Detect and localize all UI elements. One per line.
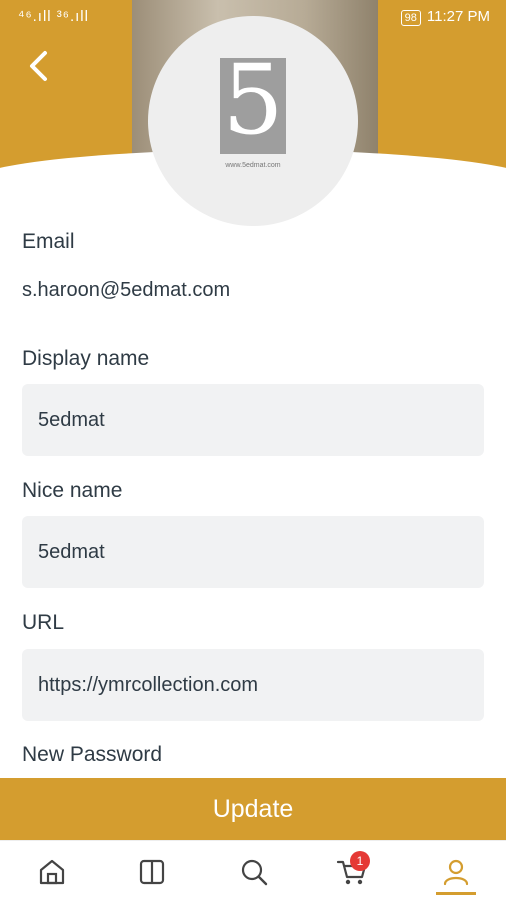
tab-search[interactable] (224, 849, 284, 895)
battery-icon: 98 (400, 10, 421, 26)
display-name-field[interactable] (22, 384, 484, 456)
back-button[interactable] (18, 44, 58, 88)
logo-digit: 5 (222, 44, 284, 156)
update-button[interactable]: Update (0, 778, 506, 840)
tab-categories[interactable] (122, 849, 182, 895)
active-tab-indicator (436, 892, 476, 895)
tab-profile[interactable] (426, 849, 486, 895)
nice-name-label: Nice name (22, 479, 123, 502)
home-icon (39, 859, 65, 885)
url-label: URL (22, 611, 65, 634)
status-time: 11:27 PM (426, 8, 490, 25)
search-icon (241, 859, 268, 886)
signal-indicator: ⁴⁶.ıll ³⁶.ıll (18, 8, 89, 25)
columns-icon (139, 859, 165, 885)
brand-logo: 5 (220, 52, 286, 154)
email-value: s.haroon@5edmat.com (22, 279, 231, 301)
logo-caption: www.5edmat.com (225, 162, 281, 169)
status-right: 98 11:27 PM (400, 8, 490, 26)
bottom-tab-bar: 1 (0, 840, 506, 901)
display-name-label: Display name (22, 347, 150, 370)
email-label: Email (22, 230, 75, 253)
tab-home[interactable] (22, 849, 82, 895)
avatar[interactable]: 5 www.5edmat.com (148, 16, 358, 226)
url-field[interactable] (22, 649, 484, 721)
cart-badge: 1 (350, 851, 370, 871)
new-password-label: New Password (22, 743, 163, 766)
chevron-left-icon (30, 51, 47, 81)
nice-name-field[interactable] (22, 516, 484, 588)
tab-cart[interactable]: 1 (322, 849, 382, 895)
user-icon (443, 859, 469, 886)
